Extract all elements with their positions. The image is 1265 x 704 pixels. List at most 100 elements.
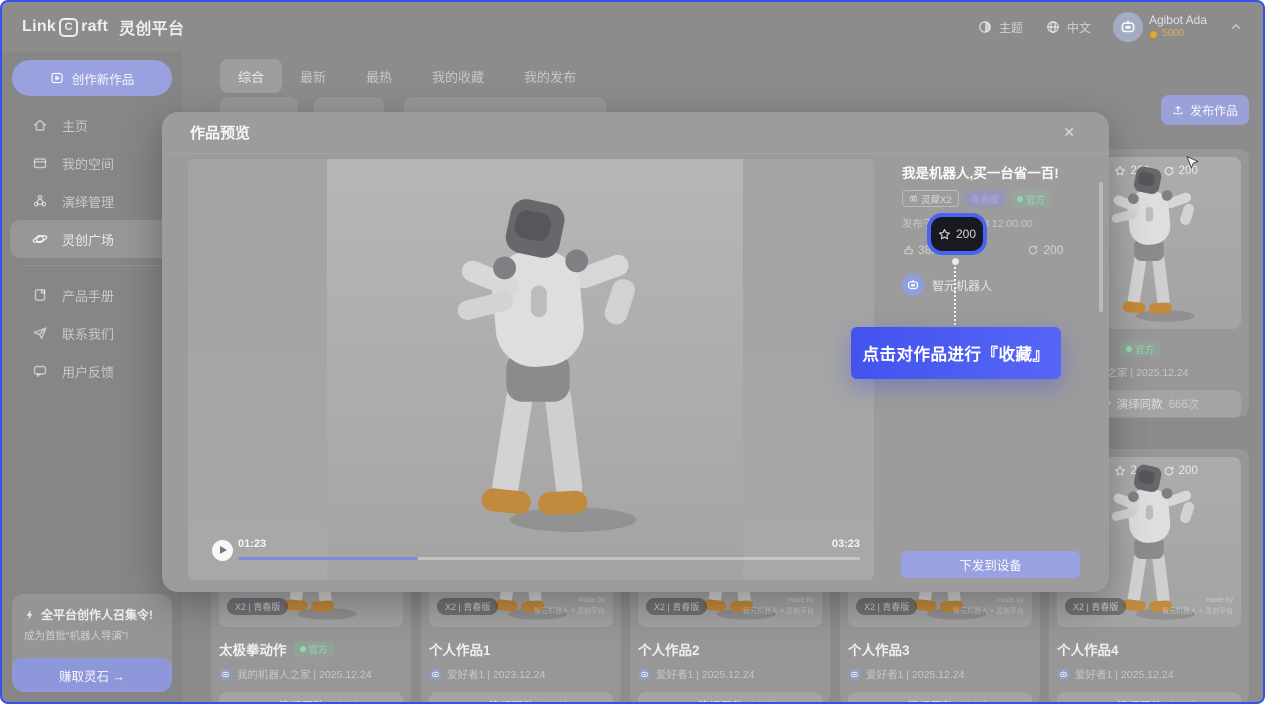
sidebar-item-label: 我的空间 <box>62 154 114 173</box>
chevron-up-icon[interactable] <box>1229 20 1243 34</box>
play-button[interactable] <box>212 540 233 561</box>
sidebar-item-performance-mgmt[interactable]: 演绎管理 <box>10 182 174 220</box>
watermark: made by智元机器人 × 灵创平台 <box>1162 596 1233 617</box>
player-controls: 01:23 03:23 <box>212 538 860 564</box>
close-icon[interactable]: ✕ <box>1057 123 1081 142</box>
folder-icon <box>32 155 48 171</box>
shares-stat[interactable]: 200 <box>1027 243 1063 257</box>
remix-label: 演绎同款 <box>908 698 954 704</box>
promo-card: 全平台创作人召集令! 成为首批“机器人导演”! 赚取灵石 → <box>12 594 172 692</box>
sidebar-item-product-manual[interactable]: 产品手册 <box>10 276 174 314</box>
stars-count: 200 <box>956 227 976 241</box>
create-icon <box>50 71 64 85</box>
sidebar-item-label: 主页 <box>62 116 88 135</box>
remix-button[interactable]: 演绎同款 666次 <box>219 692 403 704</box>
user-name: Agibot Ada <box>1149 13 1207 28</box>
coin-count: 5000 <box>1162 28 1184 41</box>
official-label: 官方 <box>309 642 328 656</box>
progress-bar[interactable] <box>238 557 860 560</box>
language-label: 中文 <box>1067 19 1091 36</box>
app-window: Link C raft 灵创平台 主题 中文 Agibot Ada 5000 <box>0 0 1265 704</box>
card-title-row: 个人作品3 <box>848 639 1032 659</box>
video-player: 01:23 03:23 <box>188 159 874 580</box>
book-icon <box>32 287 48 303</box>
favorite-highlight-ring[interactable]: 200 <box>927 213 987 255</box>
robot-video-frame <box>423 187 653 539</box>
card-title: 个人作品2 <box>638 639 700 659</box>
chat-bubble-icon <box>32 363 48 379</box>
home-icon <box>32 117 48 133</box>
tab-my-posts[interactable]: 我的发布 <box>524 67 576 86</box>
remix-count: 666次 <box>1169 698 1200 704</box>
tour-tooltip: 点击对作品进行『收藏』 <box>851 327 1061 379</box>
earn-gems-button[interactable]: 赚取灵石 → <box>12 658 172 692</box>
brand-c-icon: C <box>59 18 78 37</box>
modal-header: 作品预览 ✕ <box>162 112 1109 154</box>
watermark: made by智元机器人 × 灵创平台 <box>534 596 605 617</box>
mouse-cursor-icon <box>1185 155 1201 171</box>
official-tag: 官方 <box>294 641 334 657</box>
create-work-button[interactable]: 创作新作品 <box>12 60 172 96</box>
sidebar-item-home[interactable]: 主页 <box>10 106 174 144</box>
tab-comprehensive[interactable]: 综合 <box>220 59 282 93</box>
user-menu[interactable]: Agibot Ada 5000 <box>1113 12 1207 42</box>
tab-newest[interactable]: 最新 <box>300 67 326 86</box>
robot-face-icon <box>1059 670 1068 679</box>
author-date: 我的机器人之家 | 2025.12.24 <box>237 667 372 682</box>
lightning-icon <box>24 609 36 621</box>
model-chip: X2 | 青春版 <box>437 598 498 615</box>
sidebar-item-contact-us[interactable]: 联系我们 <box>10 314 174 352</box>
work-tags: 灵犀X2 青春版 官方 <box>902 190 1082 207</box>
like-icon <box>902 244 914 256</box>
sidebar-item-label: 用户反馈 <box>62 362 114 381</box>
share-icon <box>1027 244 1039 256</box>
remix-icon <box>1099 700 1111 704</box>
author-date: 爱好者1 | 2025.12.24 <box>1075 667 1173 682</box>
remix-button[interactable]: 演绎同款 666次 <box>1057 692 1241 704</box>
card-title-row: 个人作品4 <box>1057 639 1241 659</box>
official-tag: 官方 <box>1011 190 1051 207</box>
theme-icon <box>977 19 993 35</box>
current-time: 01:23 <box>238 538 266 550</box>
card-title-row: 个人作品1 <box>429 639 613 659</box>
robot-face-icon <box>640 670 649 679</box>
sidebar-item-creation-square[interactable]: 灵创广场 <box>10 220 174 258</box>
language-switcher[interactable]: 中文 <box>1045 19 1091 36</box>
deploy-to-device-button[interactable]: 下发到设备 <box>901 551 1080 578</box>
promo-title-row: 全平台创作人召集令! <box>12 594 172 623</box>
star-icon <box>938 228 951 241</box>
shares-count: 200 <box>1043 243 1063 257</box>
sidebar-item-my-space[interactable]: 我的空间 <box>10 144 174 182</box>
robot-face-icon <box>1119 18 1137 36</box>
sidebar-item-user-feedback[interactable]: 用户反馈 <box>10 352 174 390</box>
author-avatar <box>848 668 861 681</box>
total-time: 03:23 <box>832 538 860 550</box>
nodes-icon <box>32 193 48 209</box>
remix-count: 666次 <box>750 698 781 704</box>
avatar <box>1113 12 1143 42</box>
work-author[interactable]: 智元机器人 <box>902 274 1082 296</box>
brand-logo[interactable]: Link C raft 灵创平台 <box>22 15 184 39</box>
tour-connector-dot <box>952 258 959 265</box>
author-avatar <box>1057 668 1070 681</box>
scrollbar-thumb[interactable] <box>1099 182 1103 312</box>
tab-my-favorites[interactable]: 我的收藏 <box>432 67 484 86</box>
publish-work-button[interactable]: 发布作品 <box>1161 95 1249 125</box>
official-label: 官方 <box>1135 342 1154 356</box>
card-author: 爱好者1 | 2025.12.24 <box>638 667 822 682</box>
remix-button[interactable]: 演绎同款 666次 <box>848 692 1032 704</box>
card-author: 爱好者1 | 2023.12.24 <box>429 667 613 682</box>
official-tag: 官方 <box>1120 341 1160 357</box>
remix-icon <box>680 700 692 704</box>
card-author: 爱好者1 | 2025.12.24 <box>848 667 1032 682</box>
favorite-button[interactable]: 200 <box>931 217 983 251</box>
theme-toggle[interactable]: 主题 <box>977 19 1023 36</box>
sidebar-item-label: 灵创广场 <box>62 230 114 249</box>
paper-plane-icon <box>32 325 48 341</box>
promo-subtitle: 成为首批“机器人导演”! <box>12 623 172 643</box>
remix-button[interactable]: 演绎同款 666次 <box>638 692 822 704</box>
tab-hottest[interactable]: 最热 <box>366 67 392 86</box>
remix-count: 666次 <box>331 698 362 704</box>
upload-icon <box>1172 104 1184 116</box>
remix-button[interactable]: 演绎同款 666次 <box>429 692 613 704</box>
